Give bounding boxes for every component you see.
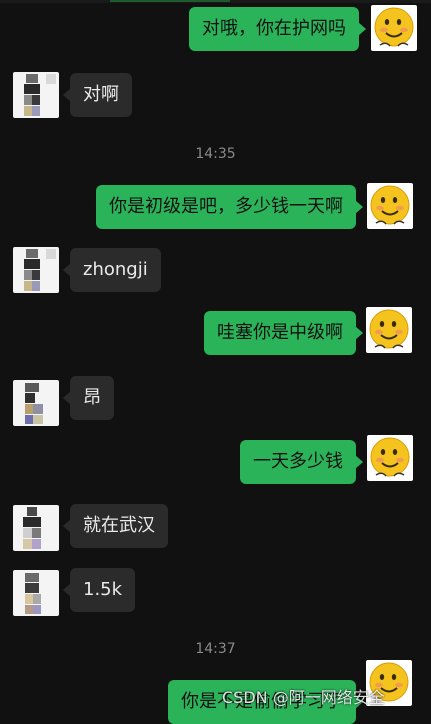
message-bubble-incoming[interactable]: 1.5k [62,568,136,612]
contact-avatar[interactable] [13,380,59,426]
message-bubble-incoming[interactable]: 对啊 [63,73,132,117]
smiley-face-icon [370,185,410,225]
my-avatar[interactable] [367,435,413,481]
message-bubble-incoming[interactable]: zhongji [63,248,161,292]
my-avatar[interactable] [366,307,412,353]
my-avatar[interactable] [371,5,417,51]
message-bubble-incoming[interactable]: 昂 [63,376,114,420]
smiley-face-icon [374,7,414,47]
timestamp: 14:37 [195,641,236,657]
contact-avatar[interactable] [13,505,59,551]
message-bubble-outgoing[interactable]: 一天多少钱 [240,440,363,484]
contact-avatar[interactable] [13,570,59,616]
contact-avatar[interactable] [13,72,59,118]
timestamp: 14:35 [195,146,236,162]
message-bubble-outgoing[interactable]: 对哦，你在护网吗 [189,7,366,51]
smiley-face-icon [370,437,410,477]
my-avatar[interactable] [367,183,413,229]
message-bubble-incoming[interactable]: 就在武汉 [63,504,168,548]
watermark: CSDN @阿一网络安全 [222,688,385,707]
smiley-face-icon [369,309,409,349]
message-bubble-outgoing[interactable]: 哇塞你是中级啊 [204,311,363,355]
message-bubble-outgoing[interactable]: 你是初级是吧，多少钱一天啊 [96,185,363,229]
contact-avatar[interactable] [13,247,59,293]
top-edge [0,0,431,3]
